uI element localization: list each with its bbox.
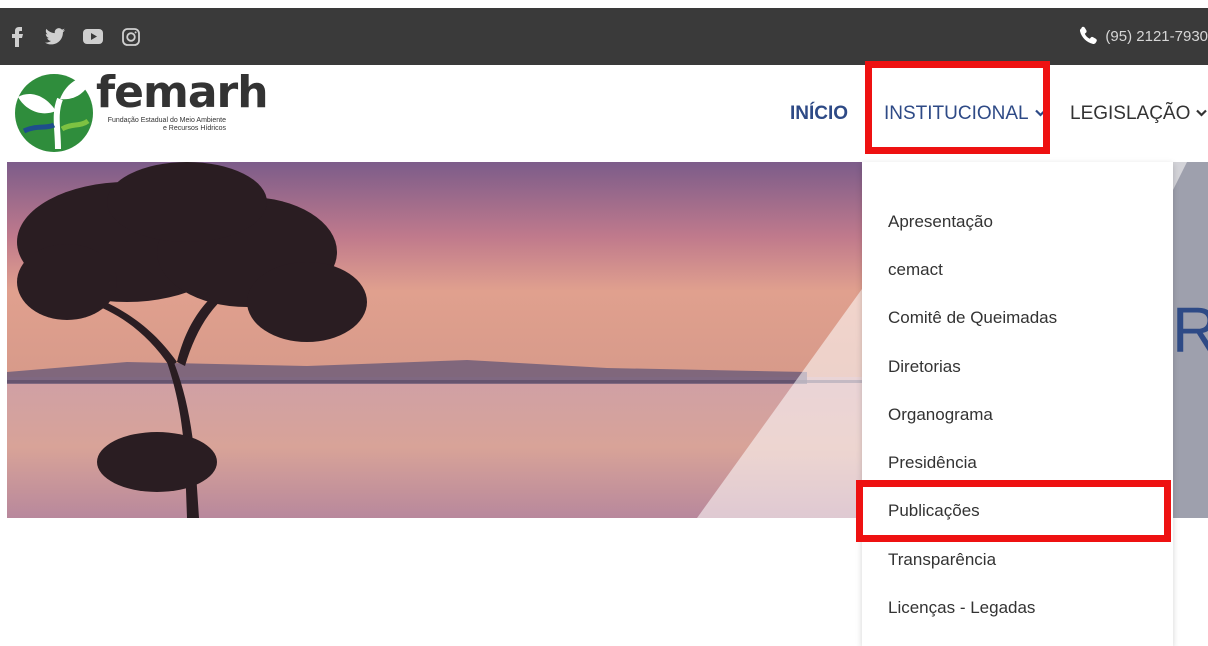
facebook-icon[interactable] — [6, 26, 28, 48]
phone-icon — [1079, 26, 1099, 48]
highlight-publicacoes — [856, 480, 1171, 542]
institucional-dropdown-menu: Apresentação cemact Comitê de Queimadas … — [862, 162, 1173, 646]
femarh-logo[interactable]: femarh Fundação Estadual do Meio Ambient… — [14, 67, 269, 153]
social-links — [6, 26, 142, 48]
phone-number: (95) 2121-7930 — [1105, 28, 1208, 45]
phone-contact: (95) 2121-7930 — [1079, 26, 1208, 48]
menu-item-organograma[interactable]: Organograma — [888, 405, 993, 425]
menu-item-presidencia[interactable]: Presidência — [888, 453, 977, 473]
highlight-institucional — [865, 61, 1050, 154]
nav-legislacao-label: LEGISLAÇÃO — [1070, 103, 1191, 124]
menu-item-transparencia[interactable]: Transparência — [888, 550, 996, 570]
menu-item-cemact[interactable]: cemact — [888, 260, 943, 280]
hero-heading-partial: Re — [1172, 294, 1208, 366]
logo-subtitle: Fundação Estadual do Meio Ambiente e Rec… — [107, 117, 226, 132]
youtube-icon[interactable] — [82, 26, 104, 48]
instagram-icon[interactable] — [120, 26, 142, 48]
chevron-down-icon — [1196, 106, 1208, 120]
leaf-logo-icon — [15, 74, 93, 152]
top-bar: (95) 2121-7930 — [0, 8, 1208, 65]
menu-item-apresentacao[interactable]: Apresentação — [888, 212, 993, 232]
menu-item-comite-de-queimadas[interactable]: Comitê de Queimadas — [888, 308, 1057, 328]
logo-wordmark: femarh — [96, 67, 269, 118]
menu-item-licencas-legadas[interactable]: Licenças - Legadas — [888, 598, 1035, 618]
nav-inicio[interactable]: INÍCIO — [790, 103, 848, 125]
nav-legislacao[interactable]: LEGISLAÇÃO — [1070, 103, 1208, 125]
menu-item-diretorias[interactable]: Diretorias — [888, 357, 961, 377]
twitter-icon[interactable] — [44, 26, 66, 48]
